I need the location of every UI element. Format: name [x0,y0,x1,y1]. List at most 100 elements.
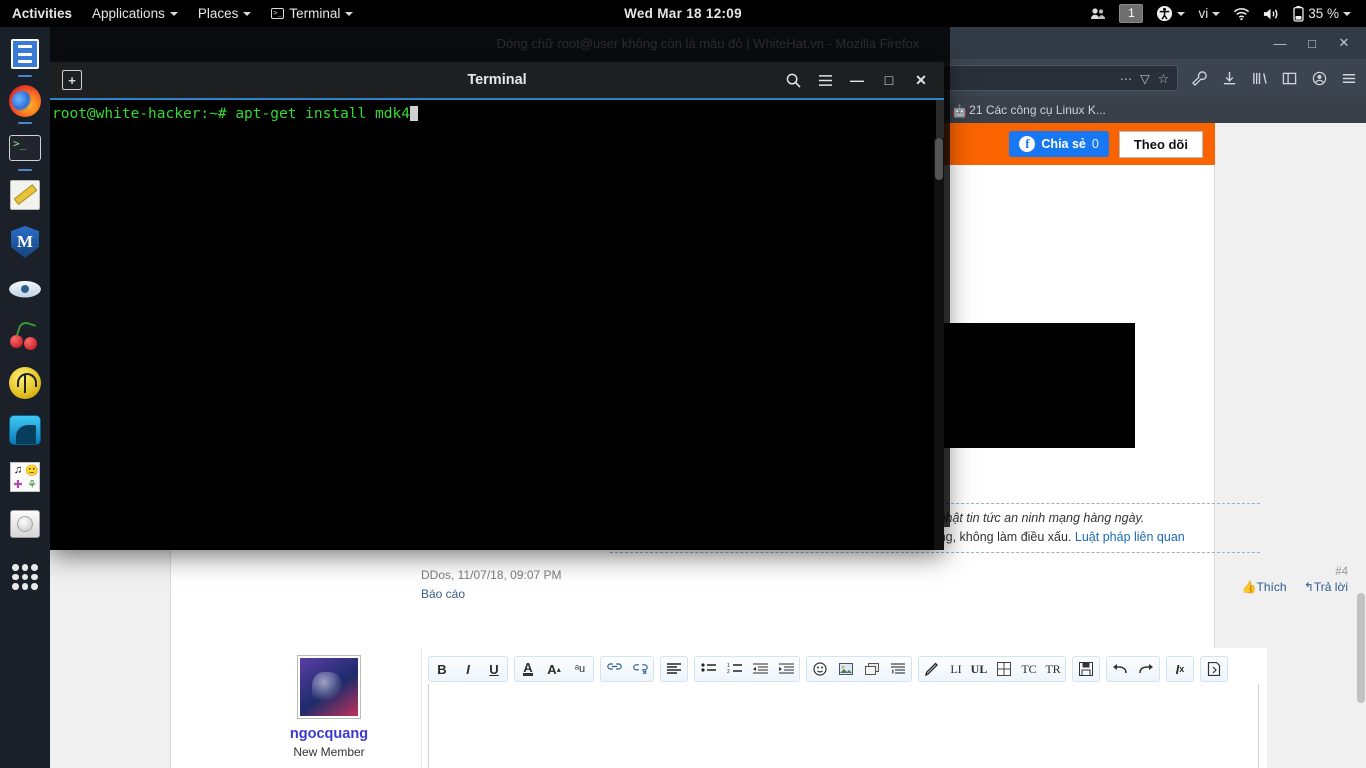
page-actions-icon[interactable]: ⋯ [1120,71,1133,86]
terminal-maximize-button[interactable]: □ [880,71,898,89]
follow-button[interactable]: Theo dõi [1119,131,1203,158]
chevron-down-icon [170,12,178,16]
new-tab-icon[interactable]: + [62,70,82,90]
toolbar-icons [1184,69,1358,87]
unlink-icon[interactable] [627,657,653,681]
workspace-indicator[interactable]: 1 [1114,0,1148,27]
page-scrollbar-thumb[interactable] [1357,593,1365,703]
terminal-body[interactable]: root@white-hacker:~# apt-get install mdk… [50,100,944,550]
notice-law-link[interactable]: Luật pháp liên quan [1075,530,1185,544]
firefox-minimize-button[interactable]: — [1272,36,1288,51]
unordered-list-icon[interactable]: UL [967,657,991,681]
app-menu-label: Terminal [289,6,340,21]
accessibility-menu[interactable] [1151,0,1190,27]
emoji-icon[interactable] [807,657,833,681]
dock-item-cherrytree[interactable] [8,319,42,353]
applications-menu[interactable]: Applications [82,0,188,27]
account-icon[interactable] [1310,69,1328,87]
facebook-share-button[interactable]: f Chia sẻ 0 [1009,131,1108,157]
username[interactable]: ngocquang [241,726,417,742]
share-label: Chia sẻ [1041,137,1085,151]
activities-button[interactable]: Activities [0,0,82,27]
terminal-prompt-line: root@white-hacker:~# apt-get install mdk… [52,105,942,123]
pocket-icon[interactable]: ▽ [1140,71,1150,86]
underline-icon[interactable]: U [481,657,507,681]
wrench-icon[interactable] [1190,69,1208,87]
dock-item-show-applications[interactable] [8,560,42,594]
source-mode-icon[interactable] [1201,657,1227,681]
indent-icon[interactable] [773,657,799,681]
hamburger-menu-icon[interactable] [1340,69,1358,87]
text-color-icon[interactable]: A [515,657,541,681]
places-label: Places [198,6,239,21]
bold-icon[interactable]: B [429,657,455,681]
firefox-titlebar: Dòng chữ root@user không còn là màu đỏ |… [50,27,1366,59]
font-size-icon[interactable]: A▴ [541,657,567,681]
input-source-menu[interactable]: vi [1193,0,1225,27]
italic-icon[interactable]: I [455,657,481,681]
firefox-title: Dòng chữ root@user không còn là màu đỏ |… [497,36,920,51]
library-icon[interactable] [1250,69,1268,87]
like-button[interactable]: 👍Thích [1242,580,1287,594]
dock-item-text-editor[interactable] [8,178,42,212]
terminal-menu-icon[interactable] [816,71,834,89]
report-link[interactable]: Báo cáo [421,585,562,604]
wifi-icon[interactable] [1228,0,1255,27]
dock-item-metasploit[interactable]: M [8,225,42,259]
terminal-icon: >_ [271,8,284,19]
reply-button[interactable]: ↰Trả lời [1304,580,1348,594]
font-family-icon[interactable]: ᵃu [567,657,593,681]
terminal-scrollbar[interactable] [934,138,944,550]
terminal-scrollbar-thumb[interactable] [935,138,943,180]
dock-item-terminal[interactable]: >_ [8,131,42,165]
media-icon[interactable] [859,657,885,681]
align-icon[interactable] [661,657,687,681]
battery-indicator[interactable]: 35 % [1288,0,1356,27]
draw-icon[interactable] [919,657,945,681]
input-source-label: vi [1198,6,1208,21]
sidebar-icon[interactable] [1280,69,1298,87]
outdent-icon[interactable] [747,657,773,681]
volume-icon[interactable] [1258,0,1285,27]
firefox-icon [9,85,41,117]
users-icon[interactable] [1085,0,1111,27]
dock-item-files[interactable] [8,37,42,71]
avatar[interactable] [298,656,360,718]
chevron-down-icon [1177,12,1185,16]
bullet-list-icon[interactable] [695,657,721,681]
terminal-cursor [410,106,418,121]
terminal-close-button[interactable]: ✕ [912,71,930,89]
table-row-icon[interactable]: TR [1041,657,1065,681]
reply-text-area[interactable] [428,684,1259,768]
places-menu[interactable]: Places [188,0,262,27]
table-cell-icon[interactable]: TC [1017,657,1041,681]
search-icon[interactable] [784,71,802,89]
page-scrollbar[interactable] [1356,123,1366,768]
insert-image-icon[interactable] [833,657,859,681]
dock-item-apps-folder[interactable]: ♫🙂✚⚘ [8,460,42,494]
redo-icon[interactable] [1133,657,1159,681]
dock-item-firefox[interactable] [8,84,42,118]
remove-format-icon[interactable]: Ix [1167,657,1193,681]
table-icon[interactable] [991,657,1017,681]
toolbar-group-insert [806,656,912,682]
like-label: Thích [1256,580,1286,594]
quote-icon[interactable] [885,657,911,681]
list-item-icon[interactable]: LI [945,657,967,681]
dock-item-ettercap[interactable] [8,272,42,306]
dock-item-disks[interactable] [8,507,42,541]
undo-icon[interactable] [1107,657,1133,681]
bookmark-linux-tools[interactable]: 🤖21 Các công cụ Linux K... [945,101,1113,119]
terminal-window-controls: — □ ✕ [784,71,944,89]
firefox-maximize-button[interactable]: □ [1304,36,1320,51]
save-icon[interactable] [1073,657,1099,681]
app-menu-terminal[interactable]: >_ Terminal [261,0,363,27]
insert-link-icon[interactable] [601,657,627,681]
download-icon[interactable] [1220,69,1238,87]
dock-item-wireshark[interactable] [8,413,42,447]
firefox-close-button[interactable]: ✕ [1336,35,1352,51]
star-icon[interactable]: ☆ [1158,71,1169,86]
numbered-list-icon[interactable]: 12 [721,657,747,681]
terminal-minimize-button[interactable]: — [848,71,866,89]
dock-item-aircrack[interactable] [8,366,42,400]
